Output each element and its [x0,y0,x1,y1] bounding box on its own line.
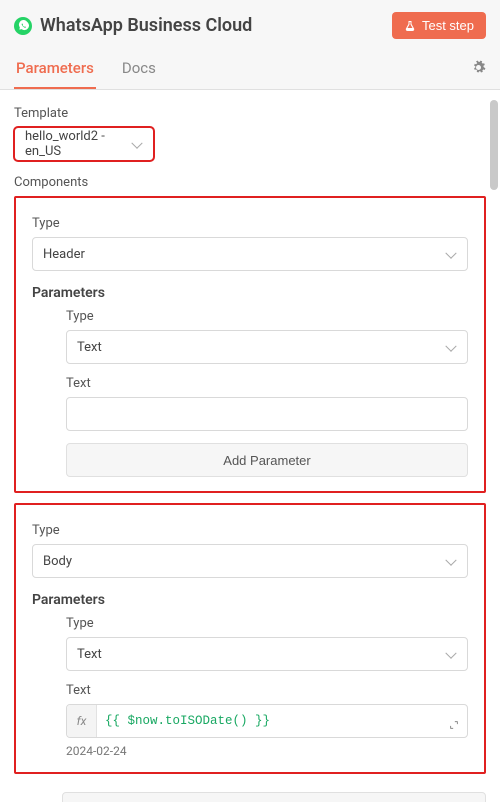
comp0-type-label: Type [32,216,468,231]
app-header: WhatsApp Business Cloud Test step [0,0,500,49]
template-label: Template [14,106,486,121]
comp1-params-heading: Parameters [32,592,468,608]
test-step-button[interactable]: Test step [392,12,486,39]
comp1-expression-preview: 2024-02-24 [66,744,468,758]
comp0-param-text-label: Text [66,376,468,391]
comp1-param-type-select[interactable]: Text [66,637,468,671]
whatsapp-icon [14,17,32,35]
comp1-param0: Type Text Text fx {{ $now.toISODate() }}… [32,616,468,758]
comp0-param-type-value: Text [77,340,102,355]
comp1-type-select[interactable]: Body [32,544,468,578]
comp1-add-parameter-button[interactable]: Add Parameter [62,792,486,802]
comp0-param-type-select[interactable]: Text [66,330,468,364]
gear-icon[interactable] [471,60,486,79]
component-group-header: Type Header Parameters Type Text Text Ad… [14,196,486,493]
comp1-type-value: Body [43,554,72,569]
comp0-params-heading: Parameters [32,285,468,301]
parameters-pane: Template hello_world2 - en_US Components… [0,90,500,802]
comp0-add-parameter-button[interactable]: Add Parameter [66,443,468,477]
comp0-type-select[interactable]: Header [32,237,468,271]
test-step-label: Test step [422,18,474,33]
flask-icon [404,20,416,32]
fx-badge: fx [67,705,97,737]
comp1-type-label: Type [32,523,468,538]
comp0-param0: Type Text Text [32,309,468,431]
expand-icon[interactable] [449,720,459,733]
comp1-expression-text: {{ $now.toISODate() }} [97,714,270,728]
tabs: Parameters Docs [14,49,158,89]
tab-parameters[interactable]: Parameters [14,49,96,89]
comp1-param-text-label: Text [66,683,468,698]
app-title: WhatsApp Business Cloud [40,15,252,36]
comp0-type-value: Header [43,247,85,262]
comp1-param-type-value: Text [77,647,102,662]
comp0-param-text-input[interactable] [66,397,468,431]
component-group-body: Type Body Parameters Type Text Text fx {… [14,503,486,774]
components-label: Components [14,175,486,190]
template-value: hello_world2 - en_US [25,129,123,159]
scrollbar[interactable] [490,100,498,190]
comp1-param-type-label: Type [66,616,468,631]
comp0-param-type-label: Type [66,309,468,324]
header-left: WhatsApp Business Cloud [14,15,252,36]
tabs-row: Parameters Docs [0,49,500,90]
template-select[interactable]: hello_world2 - en_US [14,127,154,161]
tab-docs[interactable]: Docs [120,49,158,89]
comp1-param-expression-input[interactable]: fx {{ $now.toISODate() }} [66,704,468,738]
